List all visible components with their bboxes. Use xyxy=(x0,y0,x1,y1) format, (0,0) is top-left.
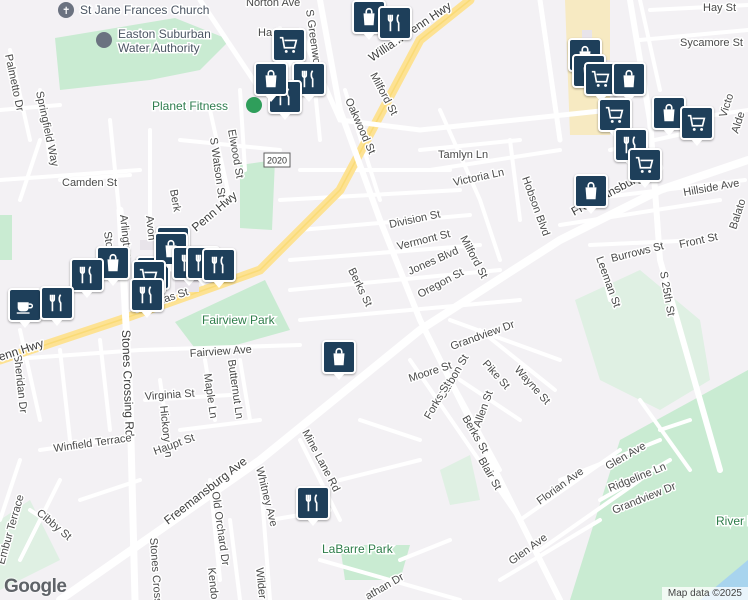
road-label: Freemansburg Ave xyxy=(161,454,250,528)
poi-marker[interactable] xyxy=(628,148,662,188)
road-label: Virginia St xyxy=(144,388,195,403)
place-label-fairview-park: Fairview Park xyxy=(202,313,276,327)
shopping-cart-icon xyxy=(278,34,300,56)
road-label: Pike St xyxy=(480,358,512,392)
map-attribution: Map data ©2025 xyxy=(661,587,748,600)
shopping-cart-icon xyxy=(590,68,612,90)
place-label-labarre-park: LaBarre Park xyxy=(322,542,394,556)
route-shield-label: 2020 xyxy=(267,156,287,166)
shopping-bag-icon xyxy=(658,102,680,124)
poi-marker[interactable] xyxy=(680,106,714,146)
coffee-icon xyxy=(14,294,36,316)
gym-icon xyxy=(246,97,262,113)
poi-marker[interactable] xyxy=(70,258,104,298)
road-label: Hay St xyxy=(703,2,736,14)
place-label-water-authority: Easton Suburban xyxy=(118,27,211,41)
restaurant-icon xyxy=(302,492,324,514)
restaurant-icon xyxy=(208,254,230,276)
government-building-icon xyxy=(96,32,112,48)
road-label: Winfield Terrace xyxy=(53,432,133,455)
road-label: Palmetto Dr xyxy=(2,53,26,113)
road-label: Springfield Way xyxy=(33,90,61,168)
road-label: Camden St xyxy=(62,177,117,189)
restaurant-icon xyxy=(136,284,158,306)
poi-marker[interactable] xyxy=(202,248,236,288)
road-label: Florian Ave xyxy=(535,465,586,507)
svg-text:✝: ✝ xyxy=(62,6,70,17)
place-label-river-park: River Park xyxy=(716,514,748,528)
road-label: Front St xyxy=(678,231,719,251)
poi-marker[interactable] xyxy=(272,28,306,68)
poi-marker[interactable] xyxy=(574,174,608,214)
road-label: Tamlyn Ln xyxy=(438,149,488,161)
road-label: Whitney Ave xyxy=(253,466,279,528)
road-label: Stones Crossing Rd xyxy=(119,330,137,437)
shopping-bag-icon xyxy=(260,68,282,90)
restaurant-icon xyxy=(384,12,406,34)
poi-marker[interactable] xyxy=(378,6,412,46)
road-label: Sycamore St xyxy=(680,37,743,49)
road-label: Berk xyxy=(167,188,183,213)
road-label: Victo xyxy=(717,92,736,119)
shopping-bag-icon xyxy=(328,346,350,368)
poi-marker[interactable] xyxy=(40,286,74,326)
road-label: Victoria Ln xyxy=(452,166,505,189)
shopping-bag-icon xyxy=(358,6,380,28)
restaurant-icon xyxy=(76,264,98,286)
road-label: Berks St xyxy=(345,266,374,309)
road-label: Hobson Blvd xyxy=(519,175,552,238)
poi-marker[interactable] xyxy=(254,62,288,102)
road-label: Old Orchard Dr xyxy=(209,491,231,567)
road-label: Division St xyxy=(388,208,441,231)
shopping-cart-icon xyxy=(634,154,656,176)
road-label: Penn Hwy xyxy=(189,188,240,234)
shopping-bag-icon xyxy=(580,180,602,202)
place-label-water-authority-suffix: Water Authority xyxy=(118,41,200,55)
poi-marker[interactable] xyxy=(598,98,632,138)
road-label: Wilder xyxy=(253,567,268,600)
shopping-cart-icon xyxy=(604,104,626,126)
poi-marker[interactable] xyxy=(322,340,356,380)
poi-marker[interactable] xyxy=(612,62,646,102)
shopping-bag-icon xyxy=(102,252,124,274)
place-label-church: St Jane Frances Church xyxy=(80,3,209,17)
road-label: Norton Ave xyxy=(246,0,300,9)
restaurant-icon xyxy=(46,292,68,314)
poi-marker[interactable] xyxy=(8,288,42,328)
poi-marker[interactable] xyxy=(130,278,164,318)
route-shield: 2020 xyxy=(263,152,291,168)
shopping-cart-icon xyxy=(686,112,708,134)
road-label: Kendo xyxy=(205,567,220,600)
road-label: Stones Cross xyxy=(147,537,164,600)
road-label: Balato xyxy=(727,198,748,231)
shopping-bag-icon xyxy=(618,68,640,90)
place-label-gym: Planet Fitness xyxy=(152,99,228,113)
google-logo: Google xyxy=(4,576,67,597)
poi-marker[interactable] xyxy=(296,486,330,526)
